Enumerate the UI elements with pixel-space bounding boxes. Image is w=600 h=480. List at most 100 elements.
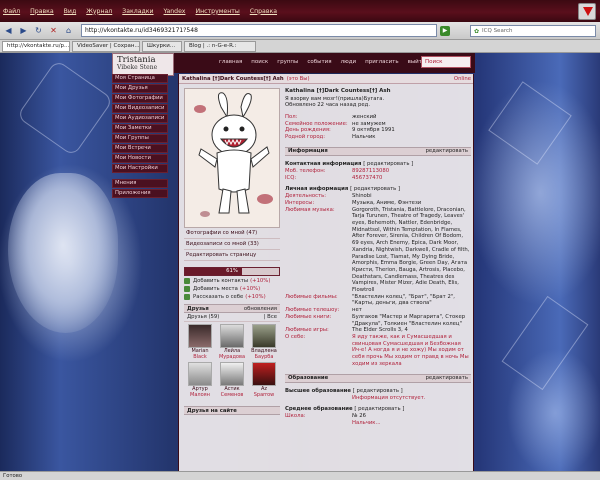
reload-icon[interactable]: ↻	[33, 25, 44, 36]
personal-row-games: Любимые игры: The Elder Scrolls 3, 4	[285, 327, 471, 334]
friend-card[interactable]: Marian Black	[184, 324, 216, 360]
personal-label: Любимые фильмы:	[285, 293, 338, 300]
info-value[interactable]: Нальчик	[352, 134, 471, 141]
menu-my-events[interactable]: Мои Встречи	[112, 144, 168, 153]
education-edit-link[interactable]: редактировать	[426, 375, 468, 381]
profile-avatar[interactable]	[184, 88, 280, 228]
stop-icon[interactable]: ✕	[48, 25, 59, 36]
go-button[interactable]: ▶	[440, 25, 450, 36]
menu-opinions[interactable]: Мнения	[112, 179, 168, 188]
browser-search-placeholder: ICQ Search	[482, 28, 513, 34]
higher-edu-edit-link[interactable]: [ редактировать ]	[353, 388, 403, 394]
tell-about-row[interactable]: Рассказать о себе (+10%)	[184, 294, 280, 300]
info-label: Пол:	[285, 114, 298, 120]
info-edit-link[interactable]: редактировать	[426, 148, 468, 154]
friend-card[interactable]: Az Sparrow	[248, 362, 280, 398]
nav-invite[interactable]: пригласить	[365, 59, 398, 65]
personal-label: Любимые книги:	[285, 313, 332, 320]
contact-value: 89287113080	[352, 167, 390, 174]
tab-videosaver[interactable]: VideoSaver | Сохран...	[72, 40, 140, 52]
personal-label: О себе:	[285, 333, 306, 340]
secondary-school-value[interactable]: № 26	[352, 413, 471, 420]
menu-history[interactable]: Журнал	[86, 8, 112, 15]
friends-updates-link[interactable]: обновления	[244, 306, 277, 312]
menu-view[interactable]: Вид	[64, 8, 77, 15]
download-arrow-icon	[583, 7, 593, 16]
contact-edit-link[interactable]: [ редактировать ]	[363, 161, 413, 167]
personal-value[interactable]: нет	[352, 307, 471, 314]
photos-with-me-link[interactable]: Фотографии со мной (47)	[184, 228, 280, 239]
personal-value[interactable]: The Elder Scrolls 3, 4	[352, 327, 471, 334]
menu-my-audio[interactable]: Мои Аудиозаписи	[112, 114, 168, 123]
nav-events[interactable]: события	[307, 59, 331, 65]
menu-my-photos[interactable]: Мои Фотографии	[112, 94, 168, 103]
secondary-school-row: Школа: № 26	[285, 413, 471, 420]
friend-surname: Малоян	[190, 392, 210, 398]
personal-value[interactable]: Булгаков "Мастер и Маргарита", Стокер "Д…	[352, 314, 471, 327]
videos-with-me-link[interactable]: Видеозаписи со мной (33)	[184, 239, 280, 250]
menu-my-groups[interactable]: Мои Группы	[112, 134, 168, 143]
friends-all-link[interactable]: | Все	[264, 314, 277, 320]
menu-my-page[interactable]: Моя Страница	[112, 74, 168, 83]
top-nav: главная поиск группы события люди пригла…	[219, 59, 435, 65]
friend-card[interactable]: Владлена Баурба	[248, 324, 280, 360]
friend-card[interactable]: Лейла Мурадова	[216, 324, 248, 360]
menu-my-videos[interactable]: Мои Видеозаписи	[112, 104, 168, 113]
add-places-row[interactable]: Добавить места (+10%)	[184, 286, 280, 292]
menu-my-friends[interactable]: Мои Друзья	[112, 84, 168, 93]
friend-avatar	[252, 362, 276, 386]
menu-my-news[interactable]: Мои Новости	[112, 154, 168, 163]
forward-icon[interactable]: ▶	[18, 25, 29, 36]
menu-help[interactable]: Справка	[250, 8, 277, 15]
url-text: http://vkontakte.ru/id346932171?548	[85, 27, 198, 34]
site-logo[interactable]: Tristania Vibeke Stene	[112, 53, 174, 76]
menu-bookmarks[interactable]: Закладки	[122, 8, 153, 15]
nav-home[interactable]: главная	[219, 59, 242, 65]
menu-edit[interactable]: Правка	[30, 8, 54, 15]
secondary-city[interactable]: Нальчик...	[352, 420, 471, 427]
edit-page-link[interactable]: Редактировать страницу	[184, 250, 280, 261]
personal-value[interactable]: Музыка, Аниме, Фэнтези	[352, 200, 471, 207]
friends-online-heading[interactable]: Друзья на сайте	[187, 408, 237, 414]
personal-row-interests: Интересы: Музыка, Аниме, Фэнтези	[285, 200, 471, 207]
menu-my-notes[interactable]: Мои Заметки	[112, 124, 168, 133]
friend-surname: Black	[193, 354, 207, 360]
menu-yandex[interactable]: Yandex	[164, 8, 186, 15]
tab-skins[interactable]: Шкурки...	[142, 40, 182, 52]
personal-edit-link[interactable]: [ редактировать ]	[350, 186, 400, 192]
friend-surname: Баурба	[254, 354, 274, 360]
personal-value[interactable]: Shinobi	[352, 193, 471, 200]
friend-card[interactable]: Астик Семенов	[216, 362, 248, 398]
add-icon	[184, 278, 190, 284]
personal-label: Любимые игры:	[285, 327, 329, 334]
site-header: Tristania Vibeke Stene главная поиск гру…	[112, 53, 475, 76]
menu-file[interactable]: Файл	[3, 8, 20, 15]
back-icon[interactable]: ◀	[3, 25, 14, 36]
personal-value[interactable]: "Властелин колец", "Брат", "Брат 2", "Ка…	[352, 294, 471, 307]
info-value[interactable]: 9 октября 1991	[352, 127, 471, 134]
nav-search[interactable]: поиск	[251, 59, 268, 65]
personal-value[interactable]: Gorgoroth, Tristania, Battlelore, Dracon…	[352, 207, 471, 294]
menu-tools[interactable]: Инструменты	[195, 8, 239, 15]
add-contacts-row[interactable]: Добавить контакты (+10%)	[184, 278, 280, 284]
personal-row-activity: Деятельность: Shinobi	[285, 193, 471, 200]
add-places-label: Добавить места	[193, 286, 238, 292]
tab-blog[interactable]: Blog | .: n-G-e-R.:	[184, 40, 256, 52]
url-input[interactable]: http://vkontakte.ru/id346932171?548	[81, 24, 437, 37]
nav-groups[interactable]: группы	[277, 59, 298, 65]
secondary-city-row: Нальчик...	[285, 420, 471, 427]
menu-my-settings[interactable]: Мои Настройки	[112, 164, 168, 173]
tab-vkontakte[interactable]: http://vkontakte.ru/p...	[2, 40, 70, 52]
info-row-gender: Пол: женский	[285, 114, 471, 121]
nav-people[interactable]: люди	[341, 59, 357, 65]
secondary-edu-edit-link[interactable]: [ редактировать ]	[354, 406, 404, 412]
background-ornament	[501, 295, 589, 391]
home-icon[interactable]: ⌂	[63, 25, 74, 36]
menu-apps[interactable]: Приложения	[112, 189, 168, 198]
friends-grid: Marian Black Лейла Мурадова Владлена Бау…	[184, 322, 280, 400]
download-button[interactable]	[578, 3, 596, 20]
browser-search-input[interactable]: ✿ ICQ Search	[470, 25, 596, 37]
friend-card[interactable]: Артур Малоян	[184, 362, 216, 398]
site-search-input[interactable]: Поиск	[421, 56, 471, 68]
